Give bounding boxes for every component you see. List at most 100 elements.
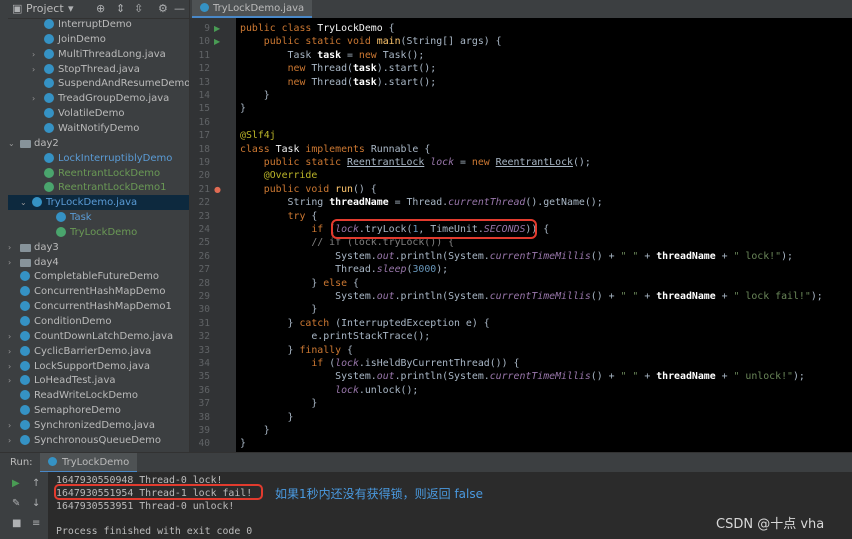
gear-icon[interactable]: ⚙: [158, 2, 168, 15]
chevron-down-icon[interactable]: ⌄: [8, 136, 18, 151]
tree-item[interactable]: ConcurrentHashMapDemo: [8, 284, 189, 299]
line-number: 16: [198, 116, 210, 128]
chevron-right-icon[interactable]: ›: [32, 91, 42, 106]
java-class-icon: [56, 226, 66, 237]
code-line: try {: [287, 210, 318, 222]
console-line: 1647930553951 Thread-0 unlock!: [56, 501, 235, 512]
tree-item[interactable]: › day4: [8, 255, 189, 270]
annotation-text: 如果1秒内还没有获得锁，则返回 false: [275, 487, 483, 501]
run-gutter-icon[interactable]: ▶: [214, 35, 220, 48]
tree-item-label: day3: [34, 241, 59, 253]
tree-item[interactable]: InterruptDemo: [8, 17, 189, 32]
project-view-icon[interactable]: ▣: [12, 2, 22, 15]
tree-item[interactable]: › CountDownLatchDemo.java: [8, 329, 189, 344]
line-number: 40: [198, 438, 210, 450]
tree-item[interactable]: JoinDemo: [8, 32, 189, 47]
wrench-icon[interactable]: ✎: [12, 498, 20, 509]
java-class-icon: [20, 330, 30, 341]
code-line: new Thread(task).start();: [287, 63, 437, 75]
tree-item[interactable]: CompletableFutureDemo: [8, 269, 189, 284]
line-number: 17: [198, 130, 210, 142]
chevron-right-icon[interactable]: ›: [32, 62, 42, 77]
chevron-right-icon[interactable]: ›: [8, 344, 18, 359]
folder-icon: [20, 258, 31, 267]
line-number: 14: [198, 90, 210, 101]
tree-item[interactable]: › StopThread.java: [8, 62, 189, 77]
java-class-icon: [20, 345, 30, 356]
tree-item-label: SynchronizedDemo.java: [34, 419, 155, 431]
code-line: System.out.println(System.currentTimeMil…: [240, 250, 793, 262]
soft-wrap-icon[interactable]: ≡: [32, 518, 40, 529]
tree-item[interactable]: ReentrantLockDemo1: [8, 180, 189, 195]
tree-item[interactable]: › CyclicBarrierDemo.java: [8, 344, 189, 359]
stop-icon[interactable]: ■: [12, 518, 21, 529]
tree-item[interactable]: ReadWriteLockDemo: [8, 388, 189, 403]
tree-item-label: LoHeadTest.java: [34, 375, 116, 387]
code-line: } catch (InterruptedException e) {: [240, 317, 490, 329]
scroll-down-icon[interactable]: ↓: [32, 498, 40, 509]
expand-all-icon[interactable]: ⇕: [116, 2, 125, 15]
java-class-icon: [20, 360, 30, 371]
tree-item[interactable]: ConcurrentHashMapDemo1: [8, 299, 189, 314]
tree-item-label: WaitNotifyDemo: [58, 122, 140, 134]
code-editor[interactable]: public class TryLockDemo { public static…: [236, 18, 852, 452]
code-line: System.out.println(System.currentTimeMil…: [240, 291, 823, 302]
chevron-right-icon[interactable]: ›: [8, 433, 18, 448]
locate-icon[interactable]: ⊕: [96, 2, 105, 15]
run-tab-trylockdemo[interactable]: TryLockDemo: [40, 453, 138, 473]
editor-tab-trylockdemo[interactable]: TryLockDemo.java: [192, 0, 313, 18]
chevron-right-icon[interactable]: ›: [8, 240, 18, 255]
tree-item[interactable]: ⌄ day2: [8, 136, 189, 151]
tree-item[interactable]: LockInterruptiblyDemo: [8, 151, 189, 166]
run-gutter-icon[interactable]: ▶: [214, 22, 220, 35]
tree-item[interactable]: › TreadGroupDemo.java: [8, 91, 189, 106]
java-class-icon: [44, 108, 54, 119]
chevron-right-icon[interactable]: ›: [32, 47, 42, 62]
code-line: } finally {: [240, 344, 353, 356]
project-title[interactable]: Project: [26, 2, 64, 15]
tree-item[interactable]: WaitNotifyDemo: [8, 121, 189, 136]
code-line: System.out.println(System.currentTimeMil…: [240, 371, 805, 383]
java-class-icon: [20, 301, 30, 312]
minimize-icon[interactable]: —: [174, 2, 185, 15]
line-number: 25: [198, 237, 210, 249]
chevron-right-icon[interactable]: ›: [8, 418, 18, 433]
tree-item[interactable]: ConditionDemo: [8, 314, 189, 329]
scroll-up-icon[interactable]: ↑: [32, 478, 40, 489]
tree-item[interactable]: Task: [8, 210, 189, 225]
chevron-right-icon[interactable]: ›: [8, 255, 18, 270]
tree-item-label: ReentrantLockDemo1: [58, 182, 167, 194]
tree-item[interactable]: ⌄ TryLockDemo.java: [8, 195, 189, 211]
line-number: 26: [198, 250, 210, 262]
tree-item[interactable]: ReentrantLockDemo: [8, 166, 189, 181]
tree-item-label: ReentrantLockDemo: [58, 167, 161, 179]
override-marker-icon[interactable]: ●: [214, 183, 221, 196]
chevron-down-icon[interactable]: ⌄: [20, 195, 30, 210]
tree-item[interactable]: › MultiThreadLong.java: [8, 47, 189, 62]
tree-item[interactable]: › SynchronizedDemo.java: [8, 418, 189, 433]
chevron-right-icon[interactable]: ›: [8, 373, 18, 388]
collapse-all-icon[interactable]: ⇳: [134, 2, 143, 15]
tree-item[interactable]: TryLockDemo: [8, 225, 189, 240]
tree-item[interactable]: SemaphoreDemo: [8, 403, 189, 418]
tree-item[interactable]: › LockSupportDemo.java: [8, 359, 189, 374]
dropdown-icon[interactable]: ▾: [68, 2, 74, 15]
line-number: 22: [198, 197, 210, 209]
tree-item[interactable]: › SynchronousQueueDemo: [8, 433, 189, 448]
tree-item[interactable]: SuspendAndResumeDemo: [8, 76, 189, 91]
chevron-right-icon[interactable]: ›: [8, 329, 18, 344]
tree-item[interactable]: › LoHeadTest.java: [8, 373, 189, 388]
rerun-icon[interactable]: ▶: [12, 478, 20, 489]
code-line: if (lock.isHeldByCurrentThread()) {: [311, 358, 520, 369]
chevron-right-icon[interactable]: ›: [8, 359, 18, 374]
line-number: 39: [198, 425, 210, 436]
tree-item-label: TreadGroupDemo.java: [58, 93, 170, 105]
line-number: 37: [198, 398, 210, 410]
tree-item-label: JoinDemo: [58, 33, 106, 45]
tree-item[interactable]: › day3: [8, 240, 189, 255]
tree-item[interactable]: VolatileDemo: [8, 106, 189, 121]
java-class-icon: [20, 405, 30, 416]
line-number: 13: [198, 76, 210, 88]
line-number: 12: [198, 63, 210, 75]
editor-tab-bar: TryLockDemo.java: [190, 0, 852, 19]
